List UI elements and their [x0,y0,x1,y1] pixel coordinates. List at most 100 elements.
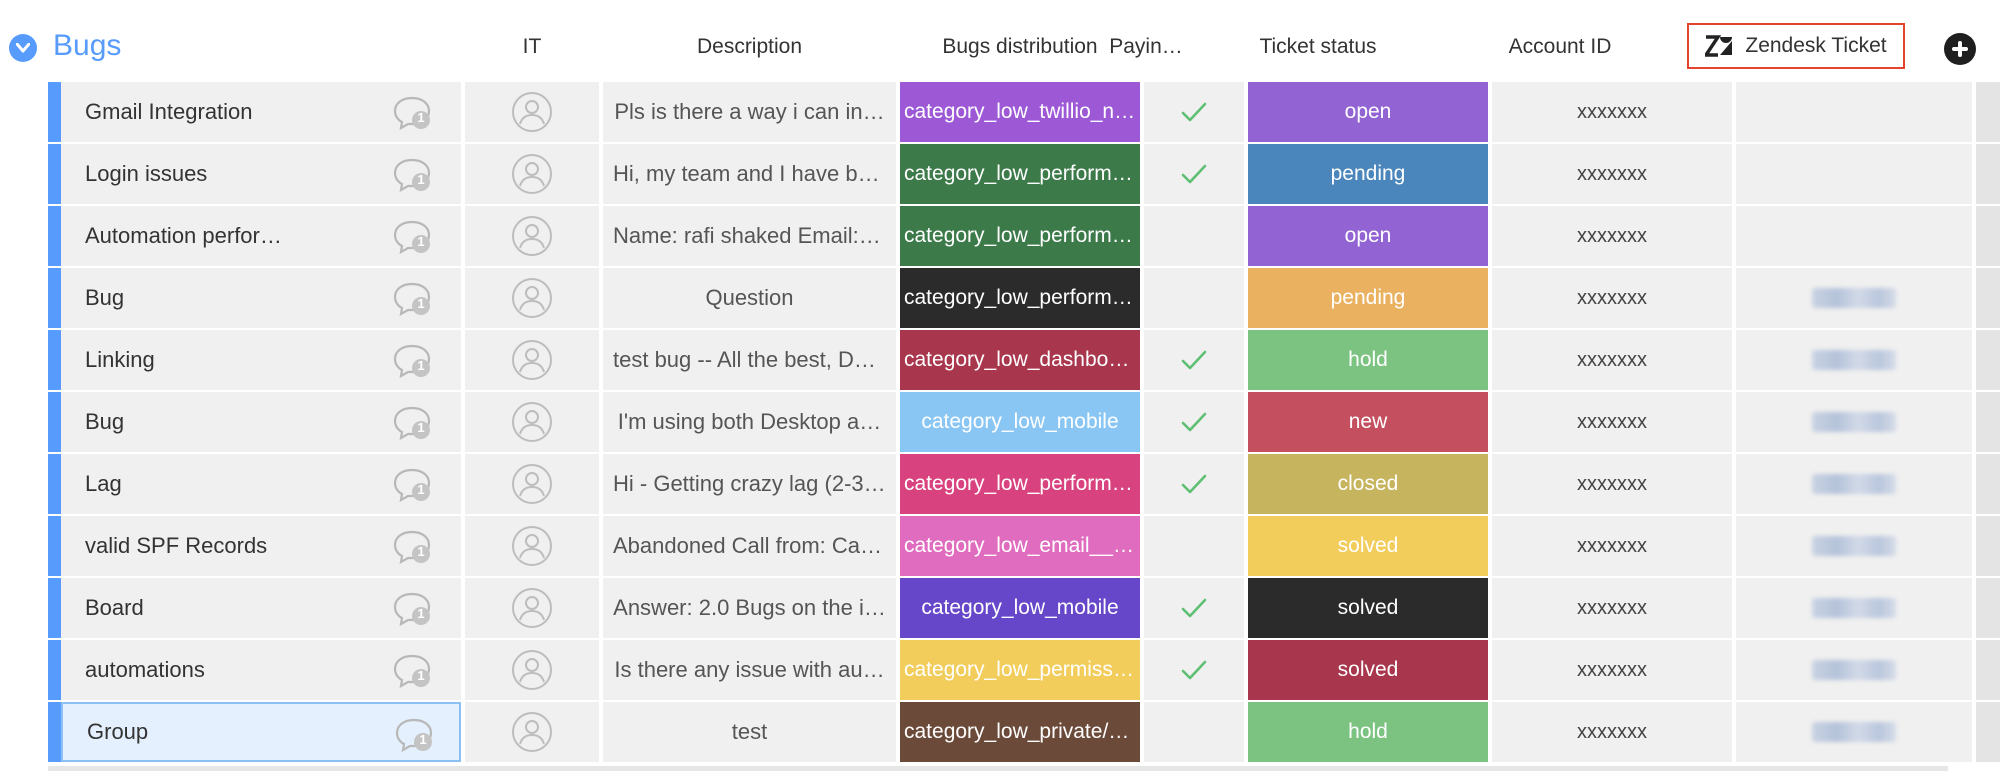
bugs-distribution-cell[interactable]: category_low_dashboar… [900,330,1140,390]
table-row[interactable]: Bug 1 Question category_low_performa… pe… [48,268,2000,328]
account-id-cell[interactable]: xxxxxxx [1492,82,1732,142]
zendesk-ticket-cell[interactable] [1736,82,1972,142]
description-cell[interactable]: Hi, my team and I have be… [603,144,896,204]
description-cell[interactable]: test bug -- All the best, Do… [603,330,896,390]
description-cell[interactable]: Question [603,268,896,328]
item-name-cell[interactable]: Bug 1 [61,392,461,452]
group-title[interactable]: Bugs [53,28,121,64]
ticket-status-cell[interactable]: open [1248,82,1488,142]
zendesk-ticket-cell[interactable] [1736,702,1972,762]
person-avatar-icon[interactable] [511,91,553,133]
zendesk-ticket-cell[interactable] [1736,454,1972,514]
bugs-distribution-cell[interactable]: category_low_performa… [900,268,1140,328]
zendesk-ticket-cell[interactable] [1736,640,1972,700]
account-id-cell[interactable]: xxxxxxx [1492,392,1732,452]
person-avatar-icon[interactable] [511,153,553,195]
item-name-cell[interactable]: Gmail Integration 1 [61,82,461,142]
zendesk-ticket-cell[interactable] [1736,268,1972,328]
chevron-down-icon[interactable] [9,34,37,62]
person-avatar-icon[interactable] [511,215,553,257]
account-id-cell[interactable]: xxxxxxx [1492,330,1732,390]
ticket-status-cell[interactable]: solved [1248,640,1488,700]
person-cell[interactable] [465,330,599,390]
zendesk-ticket-id-redacted[interactable] [1812,536,1896,556]
account-id-cell[interactable]: xxxxxxx [1492,578,1732,638]
item-name[interactable]: Bug [85,409,124,435]
item-name-cell[interactable]: valid SPF Records 1 [61,516,461,576]
speech-bubble-icon[interactable]: 1 [393,653,433,689]
speech-bubble-icon[interactable]: 1 [393,157,433,193]
ticket-status-cell[interactable]: hold [1248,702,1488,762]
description-cell[interactable]: Answer: 2.0 Bugs on the i… [603,578,896,638]
item-name[interactable]: Automation perfor… [85,223,282,249]
description-cell[interactable]: Is there any issue with au… [603,640,896,700]
person-cell[interactable] [465,578,599,638]
item-name[interactable]: Board [85,595,144,621]
account-id-cell[interactable]: xxxxxxx [1492,206,1732,266]
ticket-status-cell[interactable]: solved [1248,516,1488,576]
person-cell[interactable] [465,702,599,762]
bugs-distribution-cell[interactable]: category_low_mobile [900,578,1140,638]
person-cell[interactable] [465,268,599,328]
ticket-status-cell[interactable]: open [1248,206,1488,266]
item-name[interactable]: automations [85,657,205,683]
ticket-status-cell[interactable]: pending [1248,144,1488,204]
ticket-status-cell[interactable]: closed [1248,454,1488,514]
item-name[interactable]: Group [87,719,148,745]
speech-bubble-icon[interactable]: 1 [393,405,433,441]
speech-bubble-icon[interactable]: 1 [393,219,433,255]
bugs-distribution-cell[interactable]: category_low_email__ot… [900,516,1140,576]
ticket-status-cell[interactable]: pending [1248,268,1488,328]
bugs-distribution-cell[interactable]: category_low_performa… [900,206,1140,266]
item-name-cell[interactable]: Group 1 [61,702,461,762]
table-row[interactable]: Linking 1 test bug -- All the best, Do… … [48,330,2000,390]
description-cell[interactable]: I'm using both Desktop a… [603,392,896,452]
description-cell[interactable]: test [603,702,896,762]
description-cell[interactable]: Hi - Getting crazy lag (2-3 … [603,454,896,514]
item-name[interactable]: Login issues [85,161,207,187]
paying-cell[interactable] [1144,578,1244,638]
paying-cell[interactable] [1144,640,1244,700]
column-header-ticket-status[interactable]: Ticket status [1198,33,1438,61]
person-cell[interactable] [465,454,599,514]
ticket-status-cell[interactable]: hold [1248,330,1488,390]
bugs-distribution-cell[interactable]: category_low_mobile [900,392,1140,452]
paying-cell[interactable] [1144,702,1244,762]
column-header-paying[interactable]: Payin… [1104,33,1188,61]
person-avatar-icon[interactable] [511,463,553,505]
item-name-cell[interactable]: Lag 1 [61,454,461,514]
paying-cell[interactable] [1144,454,1244,514]
person-avatar-icon[interactable] [511,525,553,567]
item-name-cell[interactable]: Automation perfor… 1 [61,206,461,266]
paying-cell[interactable] [1144,206,1244,266]
person-avatar-icon[interactable] [511,277,553,319]
item-name-cell[interactable]: Login issues 1 [61,144,461,204]
account-id-cell[interactable]: xxxxxxx [1492,516,1732,576]
zendesk-ticket-cell[interactable] [1736,578,1972,638]
account-id-cell[interactable]: xxxxxxx [1492,144,1732,204]
table-row[interactable]: Login issues 1 Hi, my team and I have be… [48,144,2000,204]
paying-cell[interactable] [1144,82,1244,142]
account-id-cell[interactable]: xxxxxxx [1492,702,1732,762]
item-name[interactable]: Bug [85,285,124,311]
column-header-description[interactable]: Description [603,33,896,61]
person-cell[interactable] [465,516,599,576]
person-cell[interactable] [465,144,599,204]
item-name[interactable]: valid SPF Records [85,533,267,559]
column-header-it[interactable]: IT [465,33,599,61]
column-header-account-id[interactable]: Account ID [1440,33,1680,61]
person-avatar-icon[interactable] [511,339,553,381]
paying-cell[interactable] [1144,516,1244,576]
item-name[interactable]: Gmail Integration [85,99,253,125]
column-header-zendesk-ticket[interactable]: Zendesk Ticket [1687,23,1905,69]
bugs-distribution-cell[interactable]: category_low_performa… [900,454,1140,514]
zendesk-ticket-id-redacted[interactable] [1812,598,1896,618]
account-id-cell[interactable]: xxxxxxx [1492,640,1732,700]
zendesk-ticket-id-redacted[interactable] [1812,412,1896,432]
ticket-status-cell[interactable]: solved [1248,578,1488,638]
table-row[interactable]: Lag 1 Hi - Getting crazy lag (2-3 … cate… [48,454,2000,514]
person-avatar-icon[interactable] [511,401,553,443]
paying-cell[interactable] [1144,392,1244,452]
speech-bubble-icon[interactable]: 1 [393,529,433,565]
table-row[interactable]: Bug 1 I'm using both Desktop a… category… [48,392,2000,452]
